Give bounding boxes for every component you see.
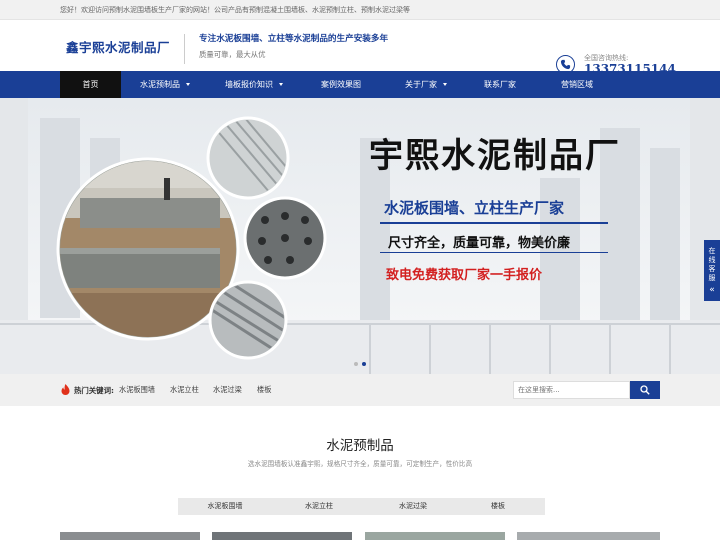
- product-thumbnail[interactable]: [365, 532, 505, 540]
- product-thumbnail[interactable]: [60, 532, 200, 540]
- nav-item-about[interactable]: 关于厂家: [383, 71, 469, 98]
- nav-item-pricing[interactable]: 墙板报价知识: [209, 71, 299, 98]
- header-subslogan: 质量可靠，最大从优: [199, 50, 266, 59]
- category-tab-lintel[interactable]: 水泥过梁: [366, 498, 460, 515]
- category-tab-floor-slab[interactable]: 楼板: [451, 498, 545, 515]
- carousel-dot-1[interactable]: [354, 362, 358, 366]
- banner-tagline: 尺寸齐全，质量可靠，物美价廉: [388, 236, 571, 251]
- top-welcome-bar: 您好！欢迎访问预制水泥围墙板生产厂家的网站！公司产品有预制混凝土围墙板、水泥预制…: [0, 0, 720, 20]
- keyword-link[interactable]: 水泥板围墙: [119, 385, 155, 395]
- hot-keywords-label: 热门关键词:: [74, 386, 114, 395]
- keyword-link[interactable]: 水泥过梁: [213, 385, 242, 395]
- fire-icon: [61, 384, 70, 395]
- chevron-down-icon: [443, 83, 447, 86]
- hot-keywords-bar: 热门关键词: 水泥板围墙 水泥立柱 水泥过梁 楼板: [0, 374, 720, 406]
- search-button[interactable]: [630, 381, 660, 399]
- search-input[interactable]: [513, 381, 630, 399]
- double-chevron-left-icon: «: [709, 285, 715, 295]
- keyword-link[interactable]: 水泥立柱: [170, 385, 199, 395]
- nav-item-contact[interactable]: 联系厂家: [469, 71, 531, 98]
- nav-item-home[interactable]: 首页: [60, 71, 121, 98]
- products-section-title: 水泥预制品: [326, 438, 394, 454]
- product-thumbnail[interactable]: [517, 532, 660, 540]
- nav-item-cases[interactable]: 案例效果图: [299, 71, 383, 98]
- header-divider: [184, 34, 185, 64]
- site-header: 鑫宇熙水泥制品厂 专注水泥板围墙、立柱等水泥制品的生产安装多年 质量可靠，最大从…: [0, 20, 720, 76]
- site-logo[interactable]: 鑫宇熙水泥制品厂: [66, 37, 170, 56]
- banner-subtitle: 水泥板围墙、立柱生产厂家: [384, 199, 565, 217]
- category-tab-column[interactable]: 水泥立柱: [272, 498, 366, 515]
- search-icon: [640, 385, 650, 395]
- category-tab-wall-panel[interactable]: 水泥板围墙: [178, 498, 272, 515]
- banner-cta-text: 致电免费获取厂家一手报价: [386, 268, 543, 283]
- keyword-link[interactable]: 楼板: [257, 385, 271, 395]
- main-nav: 首页 水泥预制品 墙板报价知识 案例效果图 关于厂家 联系厂家 营销区域: [0, 71, 720, 98]
- banner-divider: [380, 222, 608, 224]
- online-service-tab[interactable]: 在线客服 «: [704, 240, 720, 301]
- header-slogan: 专注水泥板围墙、立柱等水泥制品的生产安装多年: [199, 34, 389, 44]
- welcome-text: 您好！欢迎访问预制水泥围墙板生产厂家的网站！公司产品有预制混凝土围墙板、水泥预制…: [60, 6, 410, 14]
- banner-title: 宇熙水泥制品厂: [369, 136, 621, 176]
- chevron-down-icon: [186, 83, 190, 86]
- products-section-desc: 选水泥围墙板认准鑫宇熙，规格尺寸齐全，质量可靠，可定制生产，性价比高: [247, 460, 473, 468]
- online-service-label: 在线客服: [708, 247, 716, 282]
- carousel-dot-2[interactable]: [362, 362, 366, 366]
- hero-banner[interactable]: 宇熙水泥制品厂 水泥板围墙、立柱生产厂家 尺寸齐全，质量可靠，物美价廉 致电免费…: [0, 98, 720, 374]
- banner-divider: [380, 252, 608, 253]
- nav-item-region[interactable]: 营销区域: [531, 71, 623, 98]
- product-thumbnail[interactable]: [212, 532, 352, 540]
- chevron-down-icon: [279, 83, 283, 86]
- nav-item-products[interactable]: 水泥预制品: [121, 71, 209, 98]
